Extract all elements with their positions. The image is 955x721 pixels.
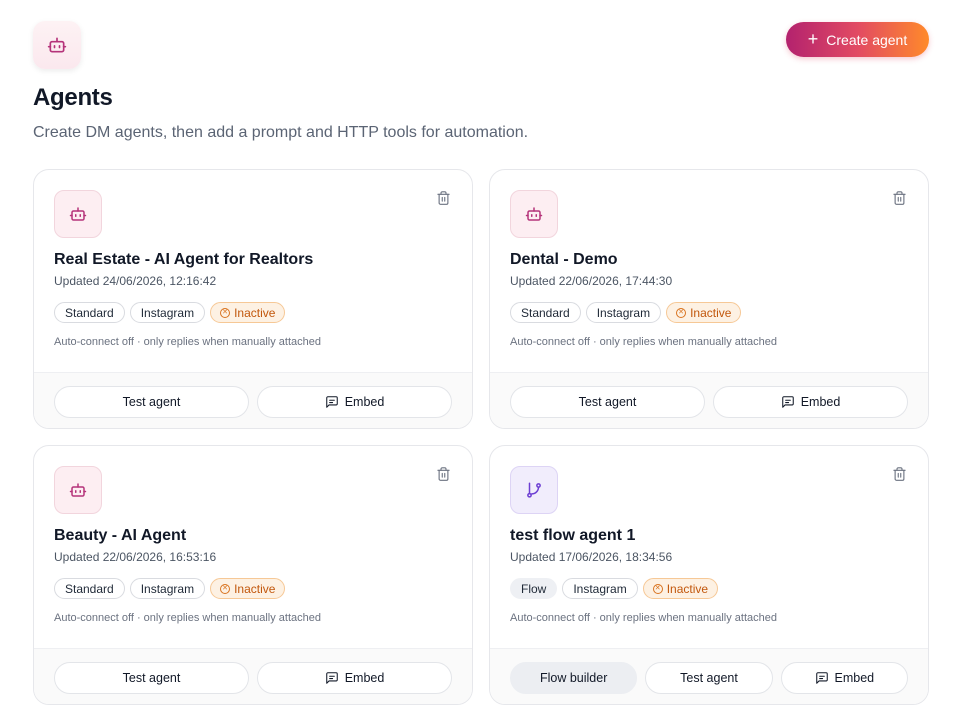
agent-updated: Updated 17/06/2026, 18:34:56: [510, 550, 673, 564]
type-tag: Standard: [54, 302, 125, 323]
type-tag: Standard: [510, 302, 581, 323]
status-label: Inactive: [234, 581, 276, 596]
status-badge: ✕ Inactive: [210, 578, 286, 599]
message-square-icon: [325, 395, 338, 408]
status-label: Inactive: [666, 581, 709, 596]
channel-tag: Instagram: [129, 302, 206, 323]
agent-name: Real Estate - AI Agent for Realtors: [54, 251, 314, 268]
x-circle-icon: ✕: [652, 583, 663, 594]
auto-connect-hint: Auto-connect off · only replies when man…: [510, 336, 778, 348]
flow-builder-button[interactable]: Flow builder: [510, 661, 638, 694]
agent-card-body[interactable]: test flow agent 1 Updated 17/06/2026, 18…: [490, 446, 928, 648]
channel-tag: Instagram: [562, 578, 638, 599]
auto-connect-hint: Auto-connect off · only replies when man…: [54, 612, 322, 624]
flow-builder-label: Flow builder: [539, 670, 608, 685]
trash-icon[interactable]: [434, 188, 452, 208]
status-label: Inactive: [234, 305, 276, 320]
status-badge: ✕ Inactive: [666, 302, 742, 323]
robot-icon: [54, 190, 102, 238]
agent-card-footer: Test agent Embed: [34, 372, 472, 428]
embed-label: Embed: [344, 670, 385, 685]
test-agent-button[interactable]: Test agent: [54, 385, 249, 418]
agent-card-footer: Flow builder Test agent Embed: [490, 648, 928, 704]
test-agent-button[interactable]: Test agent: [54, 661, 249, 694]
agent-name: Dental - Demo: [510, 251, 618, 268]
type-tag: Standard: [54, 578, 125, 599]
embed-label: Embed: [834, 670, 875, 685]
agent-updated: Updated 22/06/2026, 16:53:16: [54, 550, 217, 564]
test-agent-label: Test agent: [578, 394, 637, 409]
status-badge: ✕ Inactive: [210, 302, 286, 323]
channel-tag: Instagram: [585, 302, 662, 323]
agent-card-footer: Test agent Embed: [34, 648, 472, 704]
agent-updated: Updated 24/06/2026, 12:16:42: [54, 274, 217, 288]
message-square-icon: [325, 671, 338, 684]
plus-icon: +: [807, 28, 819, 49]
status-label: Inactive: [690, 305, 732, 320]
type-tag: Flow: [510, 578, 558, 599]
agent-tags: Standard Instagram ✕ Inactive: [54, 302, 286, 323]
trash-icon[interactable]: [434, 464, 452, 484]
page-subtitle: Create DM agents, then add a prompt and …: [33, 124, 529, 141]
agent-card: Dental - Demo Updated 22/06/2026, 17:44:…: [489, 169, 929, 429]
agent-tags: Standard Instagram ✕ Inactive: [54, 578, 286, 599]
agent-card-body[interactable]: Real Estate - AI Agent for Realtors Upda…: [34, 170, 472, 372]
status-badge: ✕ Inactive: [642, 578, 719, 599]
embed-button[interactable]: Embed: [780, 661, 908, 694]
agent-card-body[interactable]: Beauty - AI Agent Updated 22/06/2026, 16…: [34, 446, 472, 648]
agent-card: Real Estate - AI Agent for Realtors Upda…: [33, 169, 473, 429]
message-square-icon: [815, 671, 828, 684]
embed-button[interactable]: Embed: [713, 385, 908, 418]
create-agent-button[interactable]: + Create agent: [786, 22, 929, 57]
x-circle-icon: ✕: [676, 307, 687, 318]
test-agent-button[interactable]: Test agent: [645, 661, 773, 694]
embed-label: Embed: [344, 394, 385, 409]
agent-card: Beauty - AI Agent Updated 22/06/2026, 16…: [33, 445, 473, 705]
auto-connect-hint: Auto-connect off · only replies when man…: [510, 612, 778, 624]
test-agent-label: Test agent: [122, 670, 181, 685]
test-agent-button[interactable]: Test agent: [510, 385, 705, 418]
trash-icon[interactable]: [890, 464, 908, 484]
channel-tag: Instagram: [129, 578, 206, 599]
agent-updated: Updated 22/06/2026, 17:44:30: [510, 274, 673, 288]
embed-button[interactable]: Embed: [257, 385, 452, 418]
agent-card-body[interactable]: Dental - Demo Updated 22/06/2026, 17:44:…: [490, 170, 928, 372]
x-circle-icon: ✕: [220, 583, 231, 594]
create-agent-label: Create agent: [826, 31, 908, 48]
embed-button[interactable]: Embed: [257, 661, 452, 694]
test-agent-label: Test agent: [680, 670, 738, 685]
embed-label: Embed: [800, 394, 841, 409]
agent-tags: Flow Instagram ✕ Inactive: [510, 578, 719, 599]
x-circle-icon: ✕: [220, 307, 231, 318]
agent-name: Beauty - AI Agent: [54, 527, 187, 544]
message-square-icon: [781, 395, 794, 408]
header-robot-icon: [33, 21, 81, 69]
robot-icon: [54, 466, 102, 514]
auto-connect-hint: Auto-connect off · only replies when man…: [54, 336, 322, 348]
trash-icon[interactable]: [890, 188, 908, 208]
agent-card: test flow agent 1 Updated 17/06/2026, 18…: [489, 445, 929, 705]
robot-icon: [510, 190, 558, 238]
page-title: Agents: [33, 84, 113, 111]
git-branch-icon: [510, 466, 558, 514]
agent-tags: Standard Instagram ✕ Inactive: [510, 302, 742, 323]
agent-name: test flow agent 1: [510, 527, 636, 544]
test-agent-label: Test agent: [122, 394, 181, 409]
agent-card-footer: Test agent Embed: [490, 372, 928, 428]
